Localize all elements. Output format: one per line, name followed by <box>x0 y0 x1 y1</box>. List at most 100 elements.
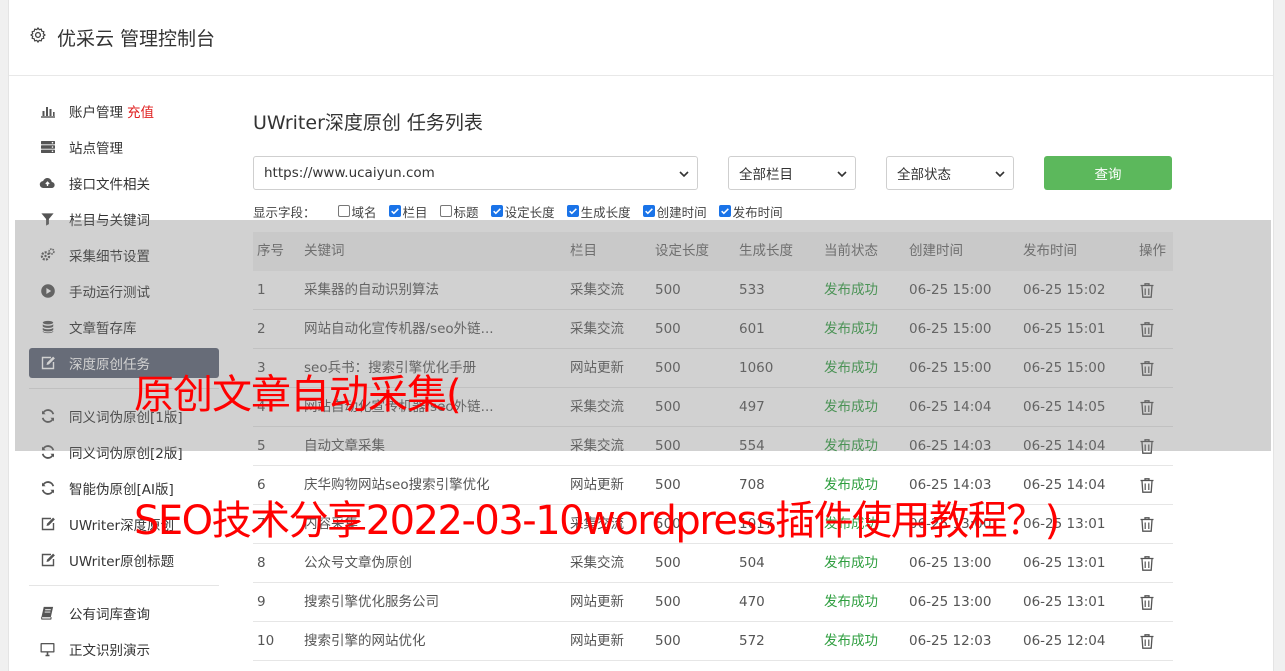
table-cell: 采集交流 <box>570 438 624 454</box>
status-select[interactable]: 全部状态 <box>886 156 1014 190</box>
table-cell: 470 <box>739 594 765 610</box>
trash-icon[interactable] <box>1139 360 1155 377</box>
field-checkbox-label: 域名 <box>351 204 377 220</box>
site-select[interactable]: https://www.ucaiyun.com <box>253 156 698 190</box>
table-cell: 497 <box>739 399 765 415</box>
sidebar-item-label: UWriter原创标题 <box>69 554 175 570</box>
trash-icon[interactable] <box>1139 438 1155 455</box>
table-cell: 500 <box>655 477 681 493</box>
table-row: 5 自动文章采集 采集交流 500 554 发布成功 06-25 14:03 06-25 14… <box>253 427 1173 466</box>
table-cell: 采集交流 <box>570 282 624 298</box>
field-checkbox-label: 设定长度 <box>504 204 555 220</box>
sidebar-item-栏目与关键词[interactable]: 栏目与关键词 <box>29 204 219 234</box>
table-cell: 网站更新 <box>570 594 624 610</box>
table-row: 4 网站自动化宣传机器/seo外链... 采集交流 500 497 发布成功 06-25 1… <box>253 388 1173 427</box>
sidebar-item-手动运行测试[interactable]: 手动运行测试 <box>29 276 219 306</box>
table-cell: 500 <box>655 633 681 649</box>
table-cell: 2 <box>257 321 266 337</box>
sidebar-item-label: UWriter深度原创 <box>69 518 175 534</box>
status-cell: 发布成功 <box>824 438 878 454</box>
trash-icon[interactable] <box>1139 321 1155 338</box>
table-row: 9 搜索引擎优化服务公司 网站更新 500 470 发布成功 06-25 13:00 06-2… <box>253 583 1173 622</box>
table-cell: 采集交流 <box>570 399 624 415</box>
column-select[interactable]: 全部栏目 <box>728 156 856 190</box>
table-row: 3 seo兵书：搜索引擎优化手册 网站更新 500 1060 发布成功 06-25 15:0… <box>253 349 1173 388</box>
table-cell: 网站自动化宣传机器/seo外链... <box>304 321 494 337</box>
sidebar-item-公有词库查询[interactable]: 公有词库查询 <box>29 598 219 628</box>
gear-icon <box>30 27 46 43</box>
table-cell: 网站更新 <box>570 360 624 376</box>
trash-icon[interactable] <box>1139 555 1155 572</box>
sidebar-item-深度原创任务[interactable]: 深度原创任务 <box>29 348 219 378</box>
table-cell: 内容采集 <box>304 516 358 532</box>
table-cell: 7 <box>257 516 266 532</box>
table-cell: 06-25 14:03 <box>909 477 992 493</box>
sidebar-item-同义词伪原创-1版-[interactable]: 同义词伪原创[1版] <box>29 401 219 431</box>
field-checkbox-0[interactable]: 域名 <box>337 202 377 221</box>
table-cell: 572 <box>739 633 765 649</box>
sidebar-item-label: 同义词伪原创[1版] <box>69 410 183 426</box>
checkbox-checked-icon <box>642 205 655 217</box>
table-cell: 06-25 12:04 <box>1023 633 1106 649</box>
sidebar-item-站点管理[interactable]: 站点管理 <box>29 132 219 162</box>
field-checkbox-2[interactable]: 标题 <box>439 202 479 221</box>
table-cell: 采集交流 <box>570 516 624 532</box>
recharge-link[interactable]: 充值 <box>127 101 154 121</box>
checkbox-checked-icon <box>566 205 579 217</box>
table-cell: 500 <box>655 321 681 337</box>
table-cell: 搜索引擎的网站优化 <box>304 633 426 649</box>
trash-icon[interactable] <box>1139 282 1155 299</box>
trash-icon[interactable] <box>1139 477 1155 494</box>
trash-icon[interactable] <box>1139 633 1155 650</box>
sidebar-item-UWriter原创标题[interactable]: UWriter原创标题 <box>29 545 219 575</box>
table-cell: 06-25 13:00 <box>909 516 992 532</box>
table-cell: 601 <box>739 321 765 337</box>
field-checkbox-3[interactable]: 设定长度 <box>490 202 555 221</box>
sidebar-item-label: 文章暂存库 <box>69 321 137 337</box>
sidebar-item-UWriter深度原创[interactable]: UWriter深度原创 <box>29 509 219 539</box>
table-cell: 6 <box>257 477 266 493</box>
trash-icon[interactable] <box>1139 516 1155 533</box>
page-title: UWriter深度原创 任务列表 <box>253 112 483 134</box>
sidebar-item-账户管理[interactable]: 账户管理 充值 <box>29 96 219 126</box>
query-button[interactable]: 查询 <box>1044 156 1172 190</box>
column-header: 生成长度 <box>739 243 793 259</box>
table-cell: 自动文章采集 <box>304 438 385 454</box>
table-row: 1 采集器的自动识别算法 采集交流 500 533 发布成功 06-25 15:00 06-2… <box>253 271 1173 310</box>
sidebar-item-接口文件相关[interactable]: 接口文件相关 <box>29 168 219 198</box>
sidebar-item-采集细节设置[interactable]: 采集细节设置 <box>29 240 219 270</box>
field-checkbox-1[interactable]: 栏目 <box>388 202 428 221</box>
table-cell: 06-25 15:02 <box>1023 282 1106 298</box>
sidebar-item-智能伪原创-AI版-[interactable]: 智能伪原创[AI版] <box>29 473 219 503</box>
trash-icon[interactable] <box>1139 594 1155 611</box>
table-cell: 06-25 14:04 <box>1023 438 1106 454</box>
table-cell: 06-25 15:00 <box>909 360 992 376</box>
table-cell: 500 <box>655 360 681 376</box>
table-cell: 10 <box>257 633 275 649</box>
app-frame: 优采云 管理控制台 账户管理 充值 站点管理 接口文件相关 栏目与关键词 采集细节设置 手动… <box>8 0 1274 671</box>
checkbox-checked-icon <box>718 205 731 217</box>
table-cell: 554 <box>739 438 765 454</box>
table-cell: 06-25 12:03 <box>909 633 992 649</box>
status-cell: 发布成功 <box>824 360 878 376</box>
table-cell: 06-25 15:00 <box>909 321 992 337</box>
table-cell: 06-25 14:04 <box>1023 477 1106 493</box>
table-cell: 网站自动化宣传机器/seo外链... <box>304 399 494 415</box>
table-cell: 1 <box>257 282 266 298</box>
sidebar-item-正文识别演示[interactable]: 正文识别演示 <box>29 634 219 664</box>
table-cell: 06-25 13:00 <box>909 555 992 571</box>
field-checkbox-6[interactable]: 发布时间 <box>718 202 783 221</box>
server-icon <box>39 139 56 156</box>
field-checkbox-5[interactable]: 创建时间 <box>642 202 707 221</box>
table-cell: 06-25 15:00 <box>1023 360 1106 376</box>
task-table: 序号 关键词 栏目 设定长度 生成长度 当前状态 创建时间 发布时间 操作 1 采集器的自动识别算法… <box>253 232 1173 661</box>
table-row: 6 庆华购物网站seo搜索引擎优化 网站更新 500 708 发布成功 06-25 14:0… <box>253 466 1173 505</box>
field-checkbox-4[interactable]: 生成长度 <box>566 202 631 221</box>
sidebar-item-label: 采集细节设置 <box>69 249 150 265</box>
sidebar-item-文章暂存库[interactable]: 文章暂存库 <box>29 312 219 342</box>
table-cell: 1017 <box>739 516 774 532</box>
table-cell: 500 <box>655 555 681 571</box>
trash-icon[interactable] <box>1139 399 1155 416</box>
table-cell: 500 <box>655 438 681 454</box>
sidebar-item-同义词伪原创-2版-[interactable]: 同义词伪原创[2版] <box>29 437 219 467</box>
